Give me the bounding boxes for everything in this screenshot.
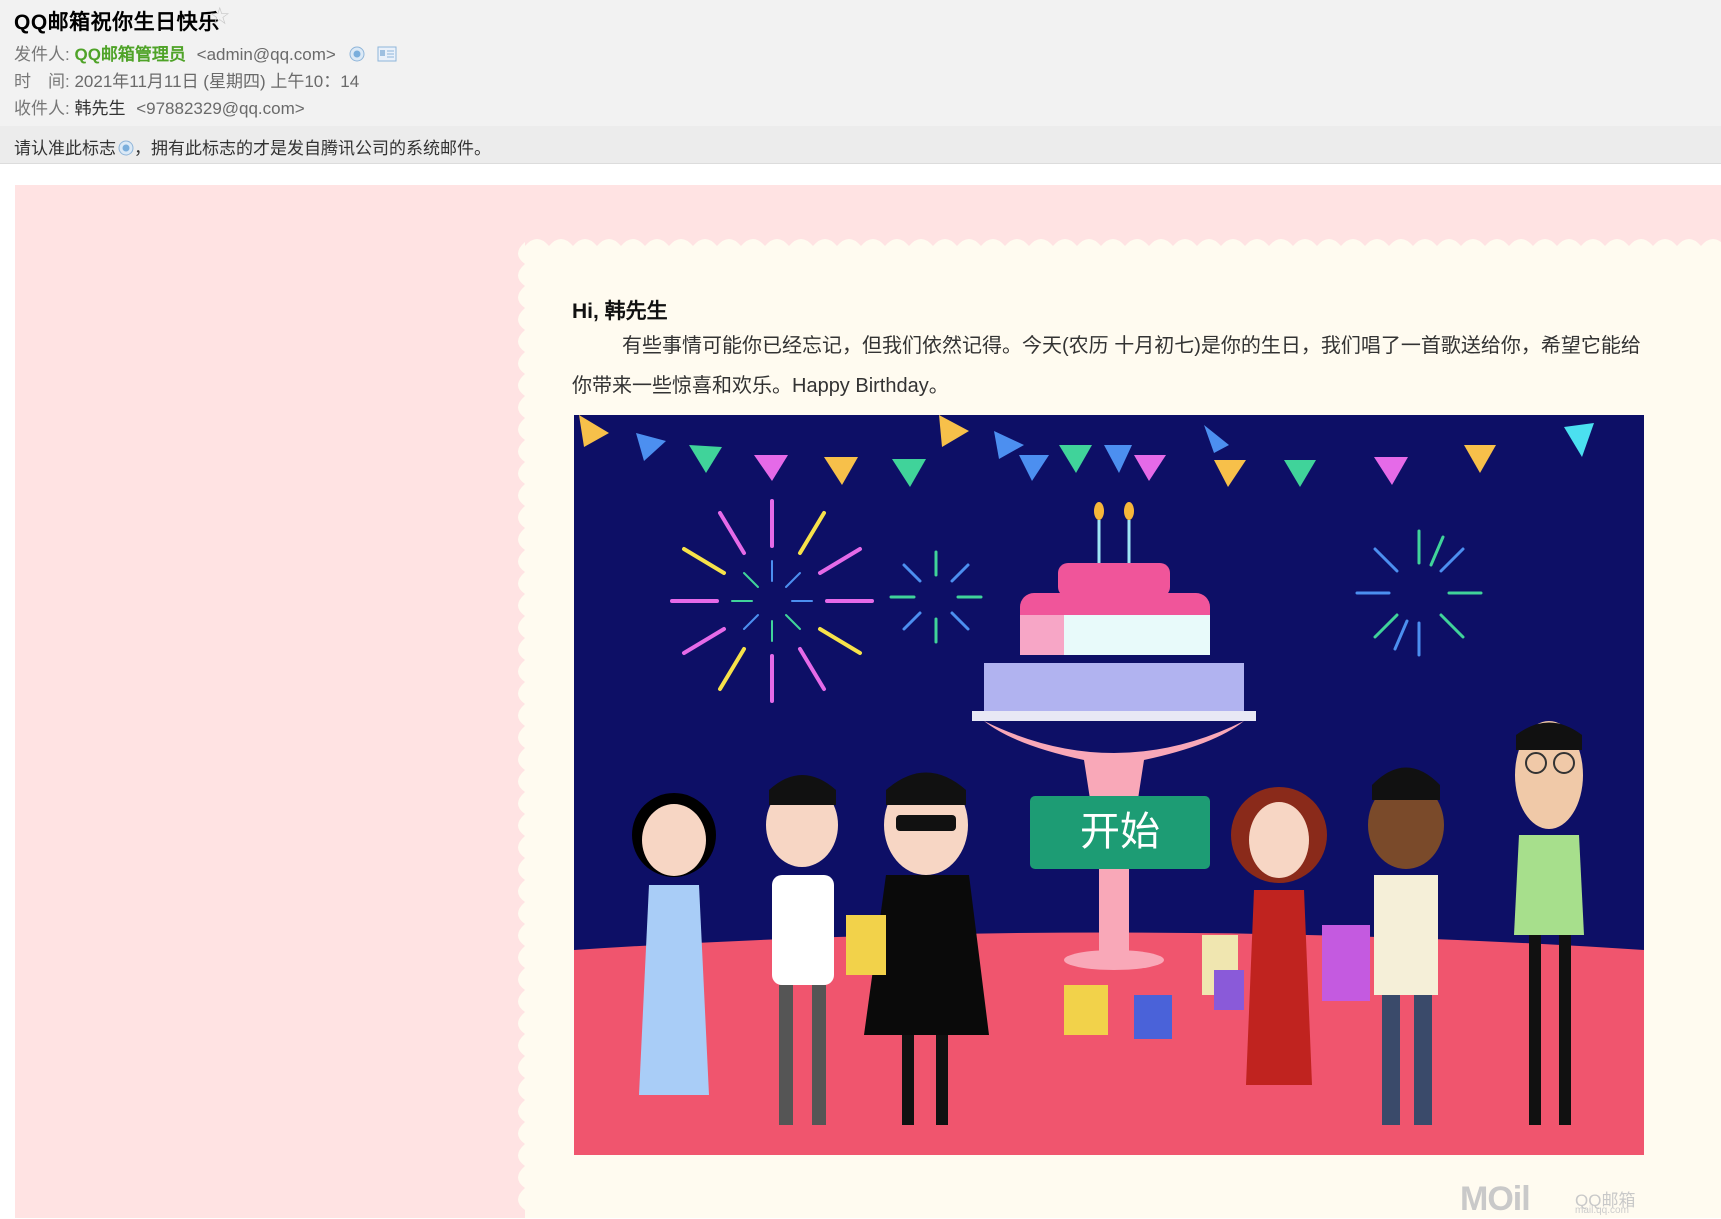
notice-text-before: 请认准此标志 xyxy=(14,139,116,158)
greeting: Hi, 韩先生 xyxy=(572,300,668,323)
star-icon[interactable]: ☆ xyxy=(209,2,231,31)
notice-text-after: ，拥有此标志的才是发自腾讯公司的系统邮件。 xyxy=(134,139,491,158)
watermark-logo: MOil xyxy=(1460,1180,1531,1218)
firework-left xyxy=(670,499,874,703)
sender-email[interactable]: <admin@qq.com> xyxy=(197,45,336,64)
sender-label: 发件人: xyxy=(14,45,70,64)
recipient-row: 收件人: 韩先生 <97882329@qq.com> xyxy=(14,94,305,119)
watermark-url: mail.qq.com xyxy=(1575,1205,1629,1216)
security-notice: 请认准此标志 ，拥有此标志的才是发自腾讯公司的系统邮件。 xyxy=(0,126,1721,163)
sender-name[interactable]: QQ邮箱管理员 xyxy=(74,45,185,64)
time-row: 时 间: 2021年11月11日 (星期四) 上午10：14 xyxy=(14,67,359,92)
contact-card-icon[interactable] xyxy=(377,46,397,62)
sender-row: 发件人: QQ邮箱管理员 <admin@qq.com> xyxy=(14,40,397,65)
mail-subject: QQ邮箱祝你生日快乐 xyxy=(14,11,220,34)
recipient-label: 收件人: xyxy=(14,99,70,118)
birthday-illustration xyxy=(574,415,1644,1155)
start-button[interactable]: 开始 xyxy=(1030,796,1210,869)
firework-small xyxy=(889,550,983,644)
recipient-email[interactable]: <97882329@qq.com> xyxy=(136,99,305,118)
birthday-message: 有些事情可能你已经忘记，但我们依然记得。今天(农历 十月初七)是你的生日，我们唱… xyxy=(572,335,1641,397)
mail-header: QQ邮箱祝你生日快乐 ☆ 发件人: QQ邮箱管理员 <admin@qq.com>… xyxy=(0,0,1721,164)
recipient-name[interactable]: 韩先生 xyxy=(74,99,125,118)
time-value: 2021年11月11日 (星期四) 上午10：14 xyxy=(74,72,360,91)
verified-badge-icon[interactable] xyxy=(349,46,365,62)
verified-badge-icon xyxy=(118,140,134,156)
birthday-cake xyxy=(972,502,1256,970)
time-label: 时 间: xyxy=(14,72,70,91)
bunting-flags xyxy=(579,415,1594,487)
firework-right xyxy=(1355,529,1483,657)
